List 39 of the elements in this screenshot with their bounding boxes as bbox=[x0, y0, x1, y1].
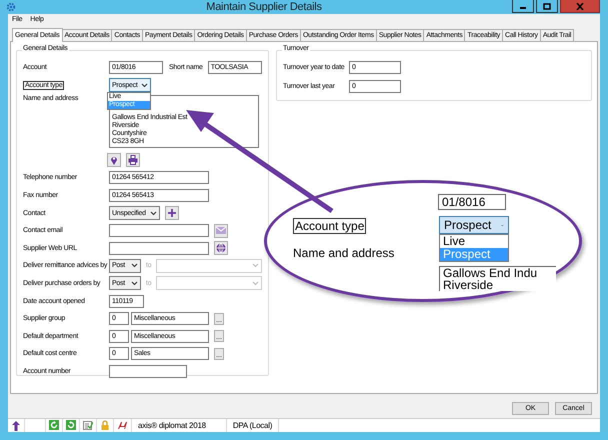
address-field[interactable]: Gallows End Indu Riverside bbox=[439, 266, 556, 291]
map-pin-button[interactable] bbox=[107, 153, 121, 168]
add-button[interactable] bbox=[165, 206, 179, 220]
print-button[interactable] bbox=[126, 153, 140, 168]
checklist-icon[interactable] bbox=[83, 420, 93, 431]
logo-icon[interactable] bbox=[117, 420, 128, 431]
chevron-down-icon bbox=[252, 280, 259, 286]
gear-icon bbox=[6, 2, 16, 12]
chevron-down-icon bbox=[141, 82, 148, 88]
refresh-icon[interactable] bbox=[66, 420, 76, 431]
account-field[interactable]: 01/8016 bbox=[438, 194, 506, 210]
envelope-icon bbox=[216, 227, 226, 234]
lock-icon[interactable] bbox=[100, 420, 110, 431]
product-name: axis® diplomat 2018 bbox=[132, 419, 227, 432]
field-label: Account type bbox=[293, 218, 366, 234]
globe-icon bbox=[216, 243, 226, 254]
globe-button[interactable] bbox=[214, 241, 228, 256]
map-pin-icon bbox=[110, 155, 118, 166]
dropdown-option[interactable]: Live bbox=[440, 235, 508, 248]
window-title: Maintain Supplier Details bbox=[205, 1, 323, 13]
maximize-button[interactable] bbox=[536, 0, 558, 13]
maximize-icon bbox=[543, 2, 551, 10]
location-label: DPA (Local) bbox=[226, 419, 280, 432]
account-type-dropdown[interactable]: Prospect bbox=[439, 216, 509, 234]
up-arrow-icon[interactable] bbox=[11, 420, 21, 431]
printer-icon bbox=[128, 155, 138, 166]
minimize-button[interactable] bbox=[512, 0, 534, 13]
chevron-down-icon bbox=[130, 280, 138, 286]
plus-icon bbox=[168, 209, 176, 218]
refresh-icon[interactable] bbox=[49, 420, 59, 431]
url-field[interactable] bbox=[109, 242, 209, 255]
text-field[interactable] bbox=[109, 364, 187, 378]
chevron-down-icon bbox=[252, 263, 259, 268]
close-icon bbox=[576, 2, 584, 10]
close-button[interactable] bbox=[560, 0, 600, 13]
field-label: Name and address bbox=[293, 246, 394, 260]
chevron-down-icon bbox=[150, 210, 157, 216]
chevron-down-icon bbox=[130, 263, 138, 268]
email-field[interactable] bbox=[109, 224, 209, 238]
